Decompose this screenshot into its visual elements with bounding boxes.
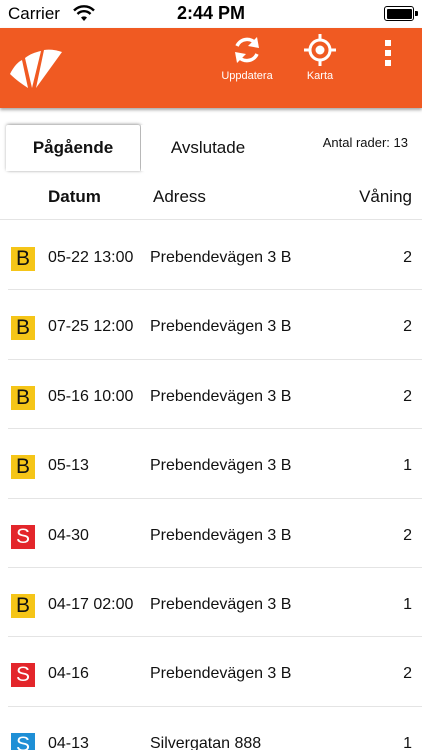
- refresh-icon: [218, 34, 276, 66]
- type-badge: S: [11, 732, 35, 750]
- list-item[interactable]: S 04-16 Prebendevägen 3 B 2: [8, 637, 422, 707]
- item-address: Prebendevägen 3 B: [150, 249, 292, 266]
- item-date: 05-22 13:00: [48, 249, 134, 266]
- item-address: Prebendevägen 3 B: [150, 318, 292, 336]
- assignment-list: B 05-22 13:00 Prebendevägen 3 B 2 B 07-2…: [0, 221, 422, 750]
- refresh-button[interactable]: Uppdatera: [218, 34, 276, 94]
- list-item[interactable]: B 05-13 Prebendevägen 3 B 1: [8, 429, 422, 499]
- map-button[interactable]: Karta: [294, 34, 346, 94]
- type-badge: B: [11, 385, 35, 410]
- column-headers: Datum Adress Våning: [0, 172, 422, 220]
- list-item[interactable]: S 04-30 Prebendevägen 3 B 2: [8, 499, 422, 568]
- type-badge: B: [11, 593, 35, 618]
- item-floor: 2: [403, 249, 412, 266]
- item-floor: 1: [403, 457, 412, 475]
- more-vertical-icon: [372, 38, 404, 68]
- type-badge: B: [11, 247, 35, 271]
- column-header-address[interactable]: Adress: [153, 187, 206, 207]
- type-badge: S: [11, 524, 35, 549]
- status-bar: Carrier 2:44 PM: [0, 0, 422, 28]
- list-item[interactable]: S 04-13 Silvergatan 888 1: [8, 707, 422, 750]
- list-item[interactable]: B 07-25 12:00 Prebendevägen 3 B 2: [8, 290, 422, 360]
- item-date: 04-17 02:00: [48, 595, 134, 613]
- app-header: Uppdatera Karta: [0, 28, 422, 108]
- tab-pagaende[interactable]: Pågående: [6, 125, 140, 171]
- location-target-icon: [294, 34, 346, 66]
- more-menu-button[interactable]: [372, 38, 404, 98]
- item-address: Silvergatan 888: [150, 734, 262, 750]
- item-date: 04-16: [48, 665, 89, 683]
- column-header-floor[interactable]: Våning: [359, 187, 412, 207]
- item-date: 04-30: [48, 526, 89, 544]
- tab-avslutade[interactable]: Avslutade: [141, 125, 275, 171]
- item-address: Prebendevägen 3 B: [150, 595, 292, 613]
- item-date: 05-16 10:00: [48, 387, 134, 405]
- item-address: Prebendevägen 3 B: [150, 387, 292, 405]
- type-badge: B: [11, 316, 35, 341]
- item-floor: 2: [403, 665, 412, 683]
- item-address: Prebendevägen 3 B: [150, 457, 292, 475]
- column-header-date[interactable]: Datum: [48, 187, 101, 207]
- item-date: 04-13: [48, 734, 89, 750]
- row-count-label: Antal rader: 13: [322, 135, 408, 150]
- item-address: Prebendevägen 3 B: [150, 526, 292, 544]
- item-floor: 2: [403, 318, 412, 336]
- item-date: 07-25 12:00: [48, 318, 134, 336]
- item-floor: 2: [403, 387, 412, 405]
- battery-icon: [384, 6, 418, 21]
- item-floor: 1: [403, 595, 412, 613]
- item-floor: 1: [403, 734, 412, 750]
- list-item[interactable]: B 05-16 10:00 Prebendevägen 3 B 2: [8, 360, 422, 430]
- list-item[interactable]: B 04-17 02:00 Prebendevägen 3 B 1: [8, 568, 422, 638]
- type-badge: B: [11, 455, 35, 480]
- refresh-label: Uppdatera: [221, 70, 273, 82]
- brand-logo-icon[interactable]: [8, 44, 66, 90]
- list-item[interactable]: B 05-22 13:00 Prebendevägen 3 B 2: [8, 221, 422, 291]
- item-floor: 2: [403, 526, 412, 544]
- map-label: Karta: [306, 70, 334, 82]
- item-address: Prebendevägen 3 B: [150, 665, 292, 683]
- item-date: 05-13: [48, 457, 89, 475]
- type-badge: S: [11, 663, 35, 688]
- status-time: 2:44 PM: [176, 3, 246, 23]
- tabs-row: Pågående Avslutade Antal rader: 13: [0, 120, 422, 172]
